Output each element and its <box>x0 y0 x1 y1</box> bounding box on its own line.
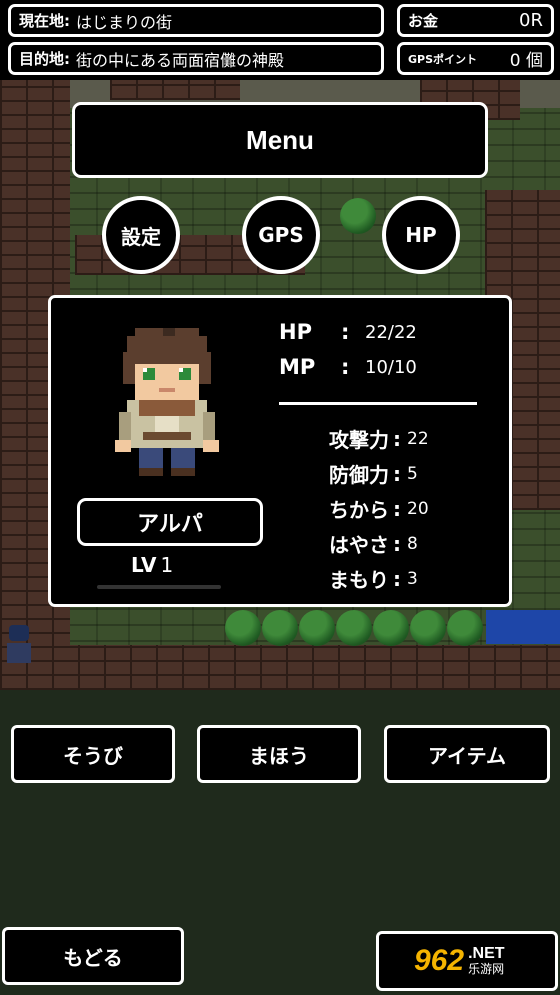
level-label: LV <box>131 553 157 577</box>
money-box: お金 0R <box>397 4 554 37</box>
map-water <box>486 610 560 644</box>
site-watermark: 962 .NET 乐游网 <box>414 944 505 978</box>
map-tree <box>410 610 446 646</box>
current-location-value: はじまりの街 <box>76 12 173 32</box>
attr-colon: : <box>393 566 401 591</box>
attr-defense-label: 防御力 <box>329 463 389 487</box>
attr-row: はやさ : 8 <box>329 529 418 558</box>
money-value: 0R <box>519 10 543 31</box>
map-wall-top <box>110 80 240 100</box>
mp-row: MP : 10/10 <box>279 355 417 379</box>
attr-speed-label: はやさ <box>329 533 389 557</box>
gps-points-box: GPSポイント 0 個 <box>397 42 554 75</box>
attr-strength-value: 20 <box>407 498 429 519</box>
attr-defense-value: 5 <box>407 463 418 484</box>
attr-colon: : <box>393 531 401 556</box>
watermark-suffix: .NET <box>468 945 505 962</box>
map-tree <box>299 610 335 646</box>
equip-button[interactable]: そうび <box>11 725 175 783</box>
hp-label: HP <box>279 320 312 344</box>
attr-row: 攻撃力 : 22 <box>329 424 429 453</box>
attr-colon: : <box>393 496 401 521</box>
map-tree <box>340 198 376 234</box>
character-status-panel: アルパ LV 1 HP : 22/22 MP : 10/10 攻撃力 : 22 防… <box>48 295 512 607</box>
mp-colon: : <box>341 355 350 379</box>
map-wall-bottom <box>0 645 560 690</box>
attr-row: ちから : 20 <box>329 494 429 523</box>
attr-guard-label: まもり <box>329 568 389 592</box>
mp-value: 10/10 <box>365 356 417 378</box>
attr-guard-value: 3 <box>407 568 418 589</box>
attr-row: まもり : 3 <box>329 564 418 593</box>
current-location-label: 現在地: <box>19 12 70 30</box>
magic-button[interactable]: まほう <box>197 725 361 783</box>
attr-attack-label: 攻撃力 <box>329 428 389 452</box>
destination-box: 目的地: 街の中にある両面宿儺の神殿 <box>8 42 384 75</box>
destination-value: 街の中にある両面宿儺の神殿 <box>76 50 285 70</box>
settings-button[interactable]: 設定 <box>102 196 180 274</box>
items-button[interactable]: アイテム <box>384 725 550 783</box>
current-location-box: 現在地: はじまりの街 <box>8 4 384 37</box>
level-value: 1 <box>160 553 174 577</box>
stats-divider <box>279 402 477 405</box>
gps-points-value: 0 個 <box>509 51 543 71</box>
character-name: アルパ <box>77 498 263 546</box>
hp-row: HP : 22/22 <box>279 320 417 344</box>
menu-title: Menu <box>72 102 488 178</box>
attr-row: 防御力 : 5 <box>329 459 418 488</box>
attr-speed-value: 8 <box>407 533 418 554</box>
back-button[interactable]: もどる <box>2 927 184 985</box>
status-header: 現在地: はじまりの街 お金 0R 目的地: 街の中にある両面宿儺の神殿 GPS… <box>0 0 560 80</box>
map-tree <box>225 610 261 646</box>
gps-points-label: GPSポイント <box>408 52 478 66</box>
watermark-number: 962 <box>414 944 465 977</box>
attr-strength-label: ちから <box>329 498 389 522</box>
attr-attack-value: 22 <box>407 428 429 449</box>
hp-button[interactable]: HP <box>382 196 460 274</box>
map-tree <box>262 610 298 646</box>
watermark-text: .NET 乐游网 <box>468 945 505 977</box>
map-npc <box>6 625 32 663</box>
money-label: お金 <box>408 12 439 30</box>
attr-colon: : <box>393 426 401 451</box>
map-tree <box>336 610 372 646</box>
hp-colon: : <box>341 320 350 344</box>
watermark-sub: 乐游网 <box>468 962 505 976</box>
attr-colon: : <box>393 461 401 486</box>
hp-value: 22/22 <box>365 321 417 343</box>
destination-label: 目的地: <box>19 50 70 68</box>
exp-bar <box>97 585 221 589</box>
map-tree <box>447 610 483 646</box>
level-display: LV 1 <box>131 553 173 577</box>
gps-button[interactable]: GPS <box>242 196 320 274</box>
hero-sprite <box>115 328 219 476</box>
map-tree <box>373 610 409 646</box>
mp-label: MP <box>279 355 316 379</box>
